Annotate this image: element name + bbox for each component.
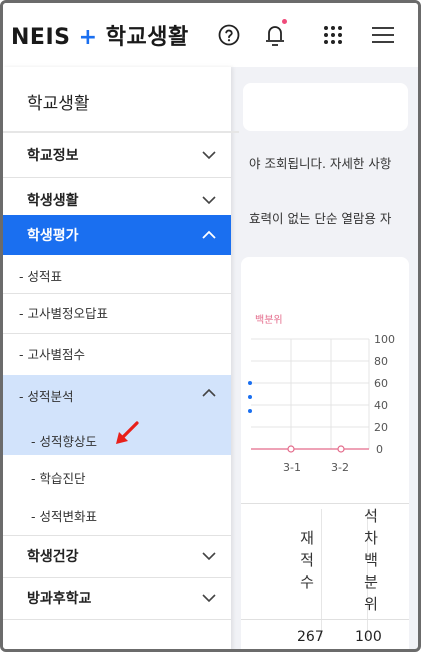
- bell-icon[interactable]: [261, 19, 289, 49]
- menu-item-label: 학교정보: [27, 148, 79, 164]
- score-card: 백분위 100 80 60 40 20 0 3-1 3-2 재 적 수 석 차 …: [241, 257, 409, 649]
- submenu-label: - 성적표: [19, 268, 62, 284]
- y-tick: 100: [374, 333, 395, 346]
- menu-item-label: 학생건강: [27, 549, 79, 565]
- y-tick: 0: [376, 443, 383, 456]
- value-percentile: 100: [355, 629, 382, 645]
- chevron-down-icon: [202, 151, 216, 160]
- red-arrow-icon: [116, 421, 139, 444]
- search-box[interactable]: [243, 83, 408, 131]
- submenu-item-learning-diagnosis[interactable]: - 학습진단: [3, 459, 231, 495]
- col-header-percentile: 석 차 백 분 위: [364, 507, 378, 613]
- x-tick: 3-1: [283, 461, 301, 473]
- menu-item-after-school[interactable]: 방과후학교: [3, 578, 231, 618]
- chevron-up-icon: [202, 388, 216, 397]
- brand-logo[interactable]: NEIS + 학교생활: [11, 19, 189, 51]
- help-icon[interactable]: [215, 21, 243, 49]
- brand-neis: NEIS: [11, 25, 71, 50]
- submenu-item-score-analysis[interactable]: - 성적분석 - 성적향상도: [3, 375, 231, 455]
- app-frame: NEIS + 학교생활 야 조회됩니다. 자세한 사항 효력이 없는 단순 열람…: [0, 0, 421, 652]
- y-tick: 40: [374, 399, 388, 412]
- chevron-down-icon: [202, 594, 216, 603]
- x-tick: 3-2: [331, 461, 349, 473]
- submenu-label: - 고사별점수: [19, 346, 85, 362]
- brand-plus: +: [78, 25, 98, 50]
- menu-item-student-evaluation[interactable]: 학생평가: [3, 215, 231, 255]
- chevron-down-icon: [202, 552, 216, 561]
- submenu-label: - 고사별정오답표: [19, 305, 108, 321]
- brand-name: 학교생활: [105, 25, 189, 50]
- menu-item-label: 학생평가: [27, 228, 79, 244]
- value-jaejeoksu: 267: [297, 629, 324, 645]
- side-drawer: 학교생활 학교정보 학생생활 학생평가 - 성적표 - 고사별정오답표 - 고사…: [3, 67, 239, 649]
- submenu-label: - 학습진단: [31, 470, 86, 486]
- menu-item-label: 방과후학교: [27, 591, 92, 607]
- notification-dot: [282, 19, 287, 24]
- submenu-item-report-card[interactable]: - 성적표: [3, 257, 231, 293]
- menu-icon[interactable]: [369, 21, 397, 49]
- submenu-item-score-improvement[interactable]: - 성적향상도: [31, 431, 97, 450]
- drawer-drag-handle[interactable]: [247, 379, 253, 415]
- submenu-label: - 성적변화표: [31, 508, 97, 524]
- chart-point: [337, 445, 345, 453]
- y-tick: 20: [374, 421, 388, 434]
- menu-item-student-health[interactable]: 학생건강: [3, 536, 231, 576]
- y-tick: 60: [374, 377, 388, 390]
- submenu-item-exam-answers[interactable]: - 고사별정오답표: [3, 294, 231, 330]
- y-tick: 80: [374, 355, 388, 368]
- col-header-jaejeoksu: 재 적 수: [300, 529, 314, 591]
- app-header: NEIS + 학교생활: [3, 3, 418, 67]
- notice-text-2: 효력이 없는 단순 열람용 자: [249, 211, 392, 226]
- submenu-label: - 성적분석: [19, 389, 74, 404]
- menu-item-label: 학생생활: [27, 192, 79, 209]
- percentile-chart: 100 80 60 40 20 0 3-1 3-2: [251, 333, 395, 473]
- chart-point: [287, 445, 295, 453]
- drawer-title: 학교생활: [27, 94, 90, 114]
- submenu-item-score-change[interactable]: - 성적변화표: [3, 497, 231, 533]
- chevron-up-icon: [202, 230, 216, 239]
- notice-text-1: 야 조회됩니다. 자세한 사항: [249, 156, 392, 171]
- grid-icon[interactable]: [319, 21, 347, 49]
- chevron-down-icon: [202, 195, 216, 204]
- submenu-item-exam-scores[interactable]: - 고사별점수: [3, 335, 231, 371]
- menu-item-school-info[interactable]: 학교정보: [3, 133, 231, 177]
